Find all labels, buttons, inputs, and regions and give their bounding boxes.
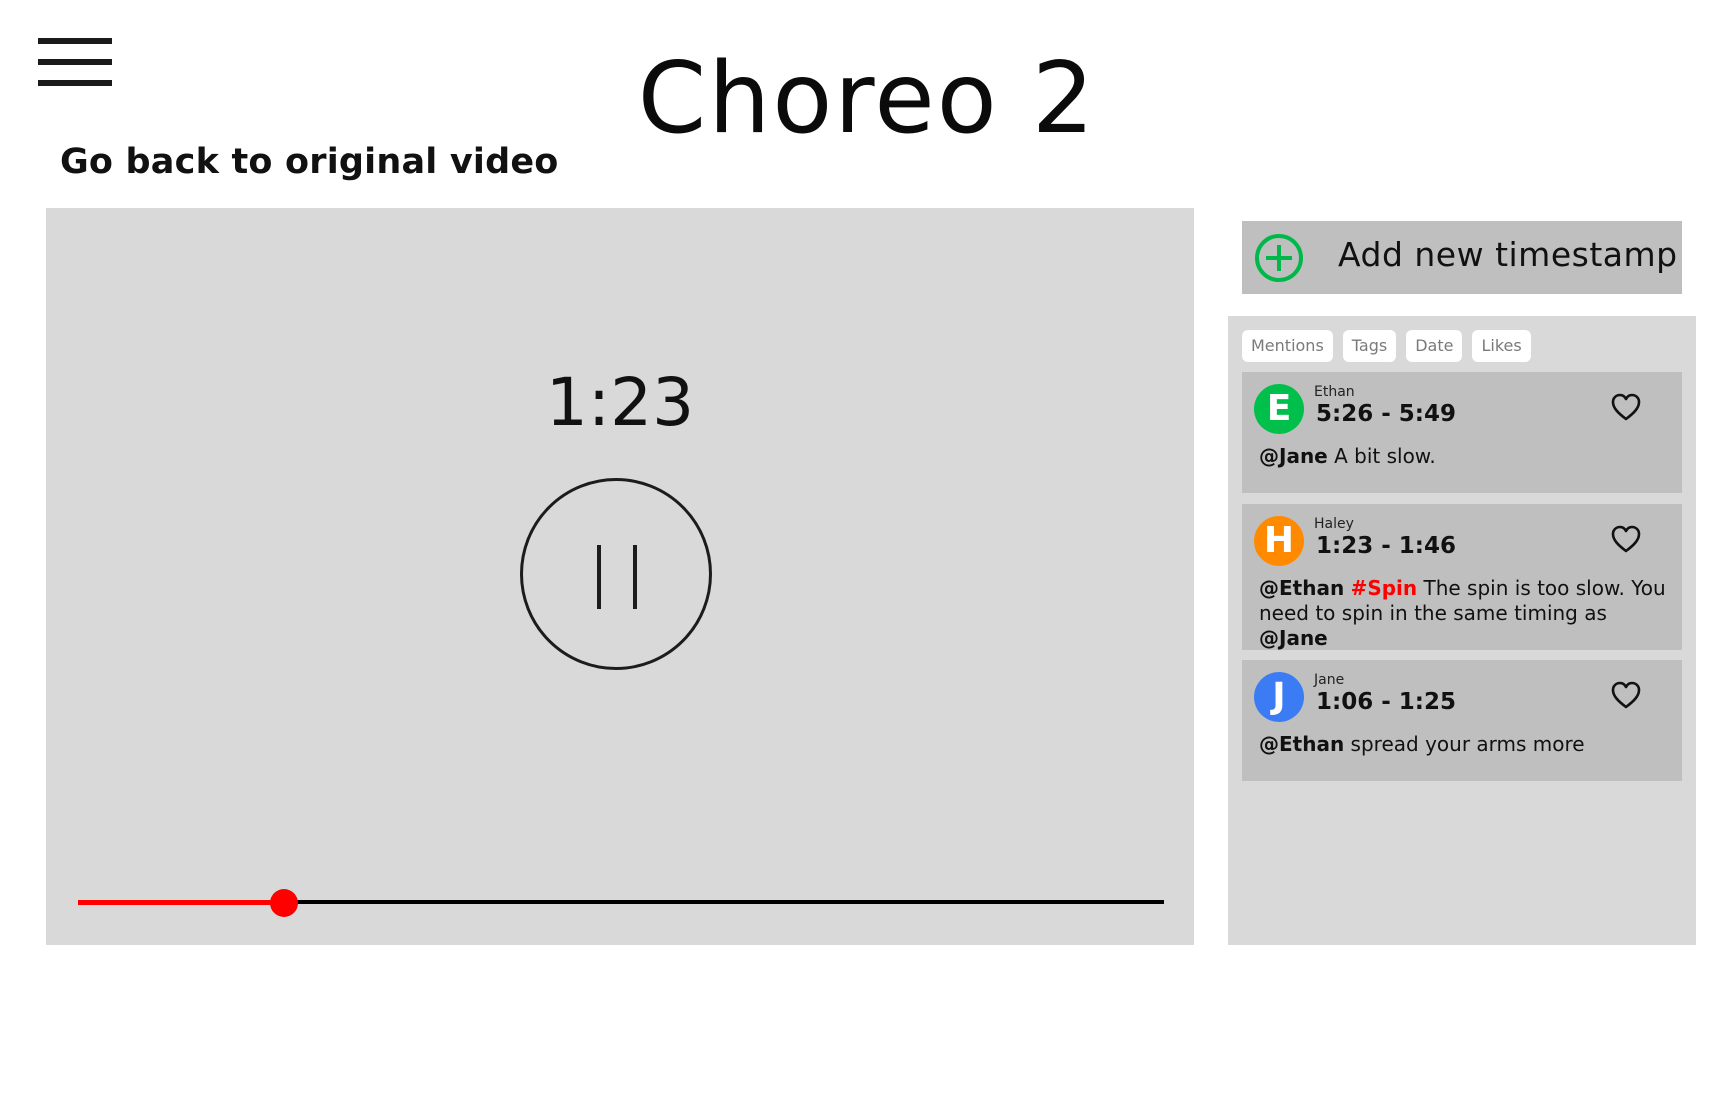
filter-likes[interactable]: Likes bbox=[1472, 330, 1531, 362]
comment-fragment: spread your arms more bbox=[1344, 732, 1585, 756]
add-timestamp-button[interactable]: Add new timestamp bbox=[1242, 221, 1682, 294]
hashtag[interactable]: #Spin bbox=[1351, 576, 1418, 600]
progress-slider[interactable] bbox=[78, 888, 1164, 918]
avatar: H bbox=[1254, 516, 1304, 566]
page-title: Choreo 2 bbox=[637, 42, 1097, 156]
time-range: 1:06 - 1:25 bbox=[1316, 689, 1456, 715]
start-time: 5:26 bbox=[1316, 401, 1374, 427]
plus-circle-icon bbox=[1255, 234, 1303, 282]
start-time: 1:06 bbox=[1316, 689, 1374, 715]
end-time: 1:46 bbox=[1398, 533, 1456, 559]
timestamp-card[interactable]: J Jane 1:06 - 1:25 @Ethan spread your ar… bbox=[1242, 660, 1682, 781]
pause-icon bbox=[633, 545, 637, 609]
filter-tags[interactable]: Tags bbox=[1342, 330, 1397, 362]
author-name: Ethan bbox=[1314, 384, 1355, 400]
page: Choreo 2 Go back to original video 1:23 … bbox=[0, 0, 1728, 1117]
add-timestamp-label: Add new timestamp bbox=[1338, 235, 1678, 274]
time-range: 1:23 - 1:46 bbox=[1316, 533, 1456, 559]
heart-icon[interactable] bbox=[1610, 392, 1642, 422]
mention[interactable]: @Ethan bbox=[1259, 732, 1344, 756]
filter-date[interactable]: Date bbox=[1406, 330, 1463, 362]
avatar: J bbox=[1254, 672, 1304, 722]
filter-mentions[interactable]: Mentions bbox=[1242, 330, 1333, 362]
progress-fill bbox=[78, 900, 285, 905]
timestamp-card[interactable]: H Haley 1:23 - 1:46 @Ethan #Spin The spi… bbox=[1242, 504, 1682, 650]
comment-fragment: A bit slow. bbox=[1327, 444, 1436, 468]
video-player[interactable]: 1:23 bbox=[46, 208, 1194, 945]
timestamps-panel: Mentions Tags Date Likes E Ethan 5:26 - … bbox=[1228, 316, 1696, 945]
progress-handle[interactable] bbox=[270, 889, 299, 917]
heart-icon[interactable] bbox=[1610, 680, 1642, 710]
mention[interactable]: @Jane bbox=[1259, 444, 1328, 468]
time-range: 5:26 - 5:49 bbox=[1316, 401, 1456, 427]
timestamp-card[interactable]: E Ethan 5:26 - 5:49 @Jane A bit slow. bbox=[1242, 372, 1682, 493]
pause-icon bbox=[597, 545, 601, 609]
current-time: 1:23 bbox=[545, 364, 695, 441]
pause-button[interactable] bbox=[520, 478, 712, 670]
heart-icon[interactable] bbox=[1610, 524, 1642, 554]
comment-text: @Ethan #Spin The spin is too slow. You n… bbox=[1259, 576, 1669, 651]
avatar: E bbox=[1254, 384, 1304, 434]
comment-text: @Jane A bit slow. bbox=[1259, 444, 1669, 469]
start-time: 1:23 bbox=[1316, 533, 1374, 559]
back-to-original-link[interactable]: Go back to original video bbox=[60, 142, 559, 182]
author-name: Jane bbox=[1314, 672, 1345, 688]
mention[interactable]: @Ethan bbox=[1259, 576, 1344, 600]
end-time: 1:25 bbox=[1398, 689, 1456, 715]
filter-bar: Mentions Tags Date Likes bbox=[1242, 330, 1531, 362]
author-name: Haley bbox=[1314, 516, 1354, 532]
comment-text: @Ethan spread your arms more bbox=[1259, 732, 1669, 757]
end-time: 5:49 bbox=[1398, 401, 1456, 427]
mention[interactable]: @Jane bbox=[1259, 626, 1328, 650]
